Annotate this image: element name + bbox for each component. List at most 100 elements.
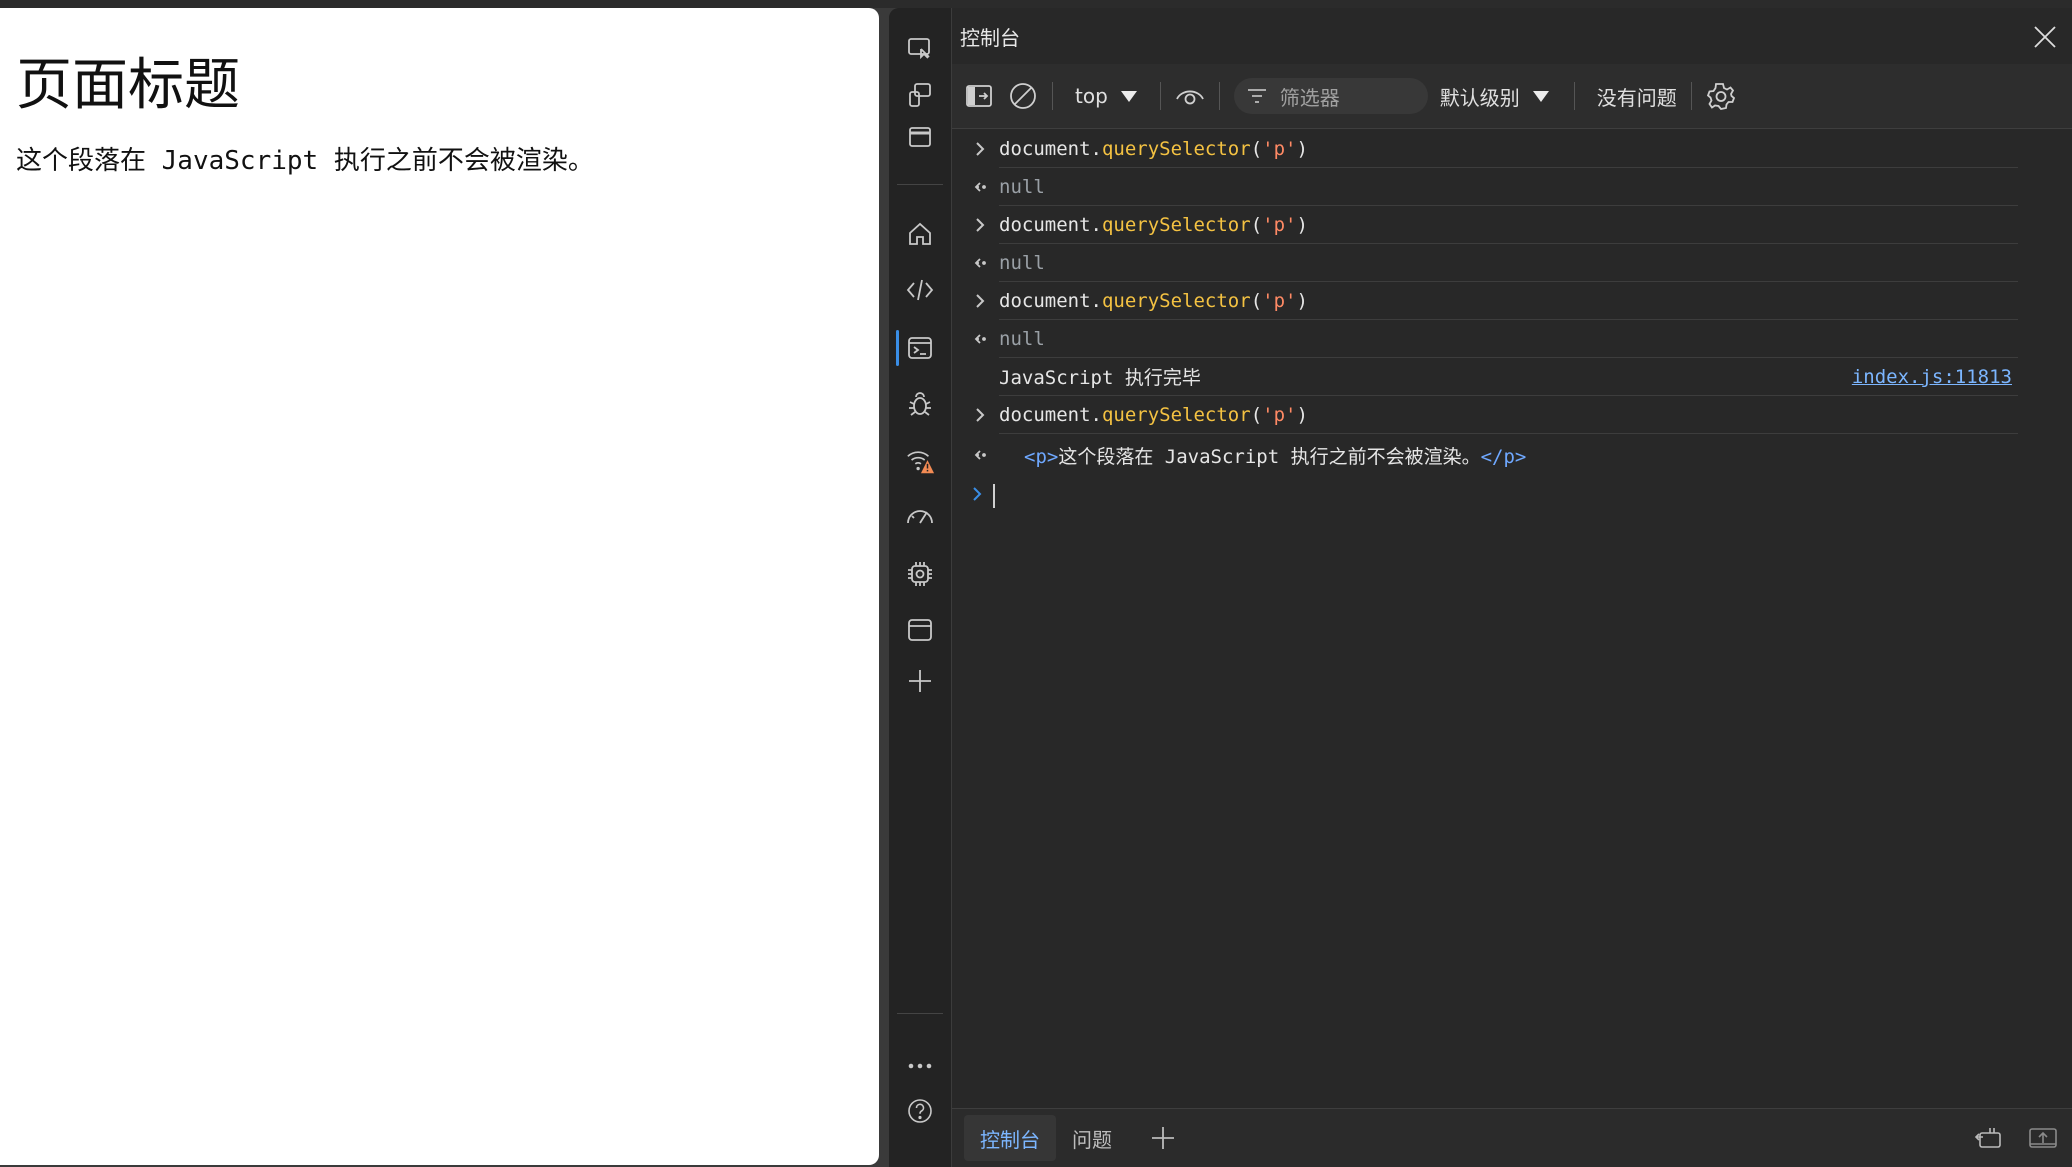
text-caret [993,484,995,508]
result-arrow-icon [971,330,989,348]
dock-window-icon[interactable] [905,122,935,152]
code-paren-open: ( [1250,213,1263,236]
filter-placeholder: 筛选器 [1279,85,1340,110]
code-paren-close: ) [1296,213,1308,236]
dock-drawer-icon[interactable] [2028,1123,2058,1153]
code-paren-close: ) [1296,403,1308,426]
toggle-sidebar-icon[interactable] [962,79,996,113]
activity-divider [897,184,943,185]
memory-chip-icon[interactable] [905,559,935,589]
expand-chevron-icon[interactable] [971,140,989,158]
network-warning-icon[interactable] [905,446,935,476]
close-tag: </p> [1480,445,1527,468]
expand-chevron-icon[interactable] [971,406,989,424]
clear-console-icon[interactable] [1006,79,1040,113]
code-paren-close: ) [1296,137,1308,160]
null-result: null [999,327,1045,350]
log-level-value: 默认级别 [1439,85,1520,110]
expand-chevron-icon[interactable] [971,292,989,310]
code-method: querySelector [1101,213,1251,236]
toolbar-divider [1573,82,1575,110]
elements-code-icon[interactable] [905,275,935,305]
console-input-row: document. querySelector('p') [976,206,2018,244]
web-page: 页面标题 这个段落在 JavaScript 执行之前不会被渲染。 [0,8,879,1165]
tab-console[interactable]: 控制台 [964,1115,1056,1161]
caret-down-icon [1120,91,1137,102]
console-toolbar: top 筛选器 默认级别 没有问题 [952,64,2072,129]
add-tool-plus-icon[interactable] [905,666,935,696]
help-question-icon[interactable] [905,1096,935,1126]
active-tool-indicator [896,330,899,366]
settings-gear-icon[interactable] [1704,79,1738,113]
devtools-panel: 控制台 top 筛选器 默认级别 没有问题 document . querySe… [889,8,2072,1167]
filter-input[interactable]: 筛选器 [1233,78,1428,114]
code-string: 'p' [1262,213,1297,236]
issues-counter[interactable]: 没有问题 [1587,82,1687,111]
code-paren-close: ) [1296,289,1308,312]
code-object: document [999,137,1091,160]
drawer-tabbar: 控制台 问题 [952,1108,2072,1167]
code-paren-open: ( [1250,137,1263,160]
device-emulation-icon[interactable] [905,80,935,110]
code-object: document [999,403,1091,426]
code-paren-open: ( [1250,289,1263,312]
console-result-row: null [974,320,2018,358]
code-dot: . [1090,289,1102,312]
inspect-element-icon[interactable] [905,34,935,64]
code-dot: . [1090,137,1102,160]
console-result-row: <p>这个段落在 JavaScript 执行之前不会被渲染。</p> [974,434,2018,476]
more-tools-ellipsis-icon[interactable] [905,1051,935,1081]
live-expression-eye-icon[interactable] [1173,79,1207,113]
filter-icon [1247,89,1266,103]
element-result[interactable]: <p>这个段落在 JavaScript 执行之前不会被渲染。</p> [1024,442,1526,469]
code-string: 'p' [1262,137,1297,160]
code-paren-open: ( [1250,403,1263,426]
toolbar-divider [1159,82,1161,110]
console-output[interactable]: document. querySelector('p') null documen… [952,130,2072,1107]
console-input-row: document. querySelector('p') [976,130,2018,168]
application-window-icon[interactable] [905,615,935,645]
page-paragraph: 这个段落在 JavaScript 执行之前不会被渲染。 [16,146,594,176]
page-heading: 页面标题 [16,53,240,118]
prompt-chevron-icon [971,485,983,507]
activity-bottom-divider [897,1013,943,1014]
context-value: top [1075,84,1108,108]
null-result: null [999,251,1045,274]
null-result: null [999,175,1045,198]
expand-chevron-icon[interactable] [971,216,989,234]
toolbar-divider [1218,82,1220,110]
devtools-titlebar: 控制台 [952,8,2072,64]
code-dot: . [1090,403,1102,426]
code-string: 'p' [1262,403,1297,426]
toolbar-divider [1052,82,1053,110]
tab-issues[interactable]: 问题 [1056,1115,1128,1161]
toolbar-divider [1690,82,1692,110]
console-result-row: null [974,168,2018,206]
code-dot: . [1090,213,1102,236]
code-method: querySelector [1101,137,1251,160]
result-arrow-icon [971,446,989,464]
code-method: querySelector [1101,289,1251,312]
quick-view-icon[interactable] [1974,1123,2004,1153]
caret-down-icon [1532,91,1549,102]
log-source-link[interactable]: index.js:11813 [1852,366,2012,388]
log-level-dropdown[interactable]: 默认级别 [1428,82,1562,111]
devtools-title: 控制台 [960,25,1020,50]
context-selector[interactable]: top [1065,84,1148,108]
code-method: querySelector [1101,403,1251,426]
console-icon[interactable] [905,333,935,363]
debugger-bug-icon[interactable] [905,389,935,419]
code-object: document [999,289,1091,312]
console-input-row: document. querySelector('p') [976,396,2018,434]
add-tab-plus-icon[interactable] [1148,1123,1178,1153]
close-icon[interactable] [2032,24,2058,50]
element-text: 这个段落在 JavaScript 执行之前不会被渲染。 [1058,445,1481,468]
code-object: document [999,213,1091,236]
console-result-row: null [974,244,2018,282]
console-prompt[interactable] [973,476,2072,516]
activity-bar [889,8,952,1167]
performance-gauge-icon[interactable] [905,502,935,532]
top-frame [0,0,2072,8]
home-icon[interactable] [905,219,935,249]
open-tag: <p> [1024,445,1059,468]
